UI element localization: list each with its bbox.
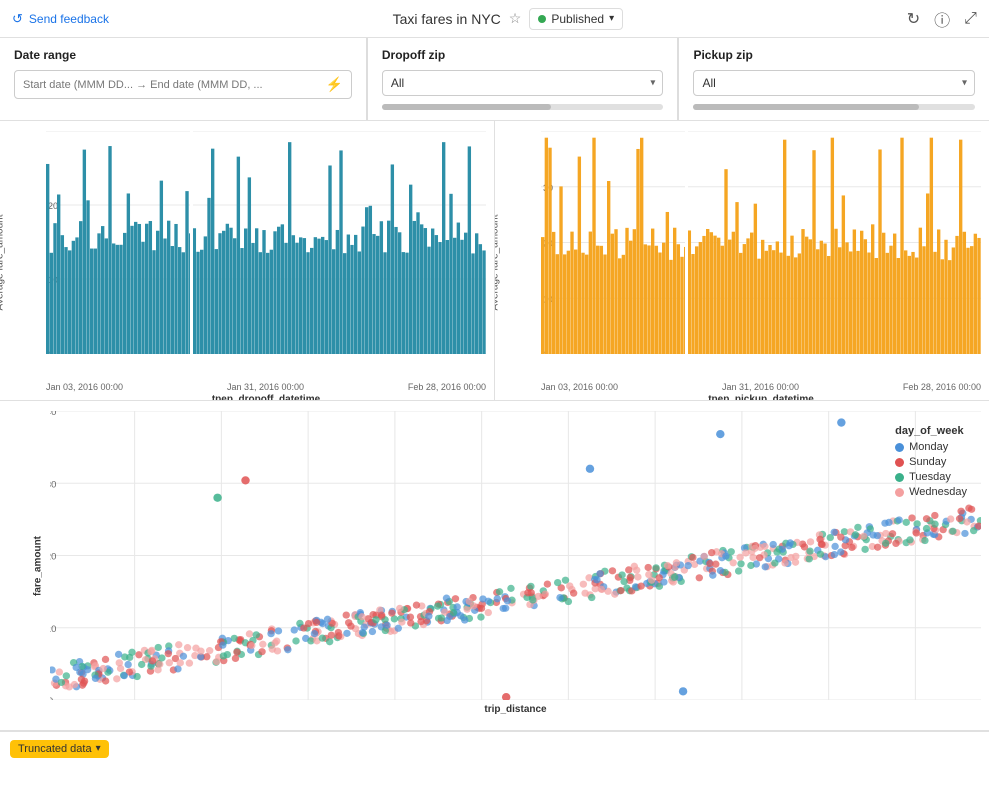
dropoff-chart-svg: 0 10 20	[46, 131, 486, 354]
refresh-icon[interactable]: ↻	[907, 9, 920, 29]
dropoff-x-tick-0: Jan 03, 2016 00:00	[46, 382, 123, 392]
dropoff-chart-y-label: Average fare_amount	[0, 214, 6, 310]
pickup-x-tick-1: Jan 31, 2016 00:00	[722, 382, 799, 392]
pickup-zip-label: Pickup zip	[693, 48, 975, 62]
dropoff-zip-filter: Dropoff zip All ▾	[367, 38, 679, 120]
bottom-bar: Truncated data ▾	[0, 731, 989, 765]
pickup-zip-scrollbar[interactable]	[693, 104, 975, 110]
date-range-input[interactable]: Start date (MMM DD... → End date (MMM DD…	[14, 70, 352, 99]
truncated-chevron-icon: ▾	[96, 743, 101, 754]
legend-label-tuesday: Tuesday	[909, 471, 951, 483]
published-label: Published	[551, 12, 604, 26]
pickup-zip-filter: Pickup zip All ▾	[678, 38, 989, 120]
pickup-zip-scrollbar-thumb	[693, 104, 918, 110]
fullscreen-icon[interactable]: ⤢	[964, 10, 977, 28]
legend-title: day_of_week	[895, 425, 967, 437]
pickup-chart-svg: 0 10 20 30	[541, 131, 981, 354]
svg-text:10: 10	[50, 623, 56, 634]
charts-top-row: Average fare_amount 0 10 20 Jan	[0, 121, 989, 401]
filter-row: Date range Start date (MMM DD... → End d…	[0, 38, 989, 121]
date-placeholder: Start date (MMM DD... → End date (MMM DD…	[23, 79, 319, 91]
dropoff-x-tick-1: Jan 31, 2016 00:00	[227, 382, 304, 392]
svg-text:20: 20	[50, 551, 56, 562]
legend-item-wednesday: Wednesday	[895, 486, 967, 498]
send-feedback-button[interactable]: ↺ Send feedback	[12, 11, 109, 27]
pickup-zip-select-wrapper: All ▾	[693, 70, 975, 96]
truncated-label: Truncated data	[18, 743, 92, 755]
scatter-x-label: trip_distance	[50, 704, 981, 715]
star-icon[interactable]: ☆	[509, 10, 522, 27]
truncated-data-button[interactable]: Truncated data ▾	[10, 740, 109, 758]
dropoff-zip-select[interactable]: All	[382, 70, 664, 96]
dropoff-zip-scrollbar-thumb	[382, 104, 551, 110]
top-bar: ↺ Send feedback Taxi fares in NYC ☆ Publ…	[0, 0, 989, 38]
chevron-down-icon: ▾	[609, 13, 614, 24]
pickup-x-tick-2: Feb 28, 2016 00:00	[903, 382, 981, 392]
pickup-zip-select[interactable]: All	[693, 70, 975, 96]
feedback-label: Send feedback	[29, 12, 109, 26]
svg-text:0: 0	[50, 695, 53, 700]
info-icon[interactable]: ⓘ	[934, 7, 950, 31]
dropoff-zip-select-wrapper: All ▾	[382, 70, 664, 96]
dropoff-x-tick-2: Feb 28, 2016 00:00	[408, 382, 486, 392]
pickup-chart-panel: Average fare_amount 0 10 20 30 Jan 03, 2…	[495, 121, 989, 400]
dashboard-title: Taxi fares in NYC	[393, 11, 501, 27]
dropoff-zip-scrollbar[interactable]	[382, 104, 664, 110]
svg-text:40: 40	[50, 411, 56, 417]
dashboard-title-area: Taxi fares in NYC ☆ Published ▾	[393, 8, 623, 30]
published-dot	[538, 15, 546, 23]
pickup-chart-y-label: Average fare_amount	[495, 214, 501, 310]
monday-dot	[895, 443, 904, 452]
top-bar-actions: ↻ ⓘ ⤢	[907, 7, 977, 31]
scatter-y-label: fare_amount	[33, 535, 44, 595]
date-range-filter: Date range Start date (MMM DD... → End d…	[0, 38, 367, 120]
svg-text:30: 30	[50, 478, 56, 489]
sunday-dot	[895, 458, 904, 467]
scatter-chart-svg: 0 10 20 30 40 0 1 2 3 4 5 6 7 8 9 10	[50, 411, 981, 700]
svg-text:20: 20	[48, 201, 58, 211]
pickup-x-tick-0: Jan 03, 2016 00:00	[541, 382, 618, 392]
legend-label-wednesday: Wednesday	[909, 486, 967, 498]
dropoff-zip-label: Dropoff zip	[382, 48, 664, 62]
scatter-chart-panel: fare_amount 0 10 20 30 40	[0, 401, 989, 731]
legend-item-sunday: Sunday	[895, 456, 967, 468]
wednesday-dot	[895, 488, 904, 497]
scatter-legend: day_of_week Monday Sunday Tuesday Wednes…	[895, 425, 967, 501]
pickup-chart-x-label: tpep_pickup_datetime	[541, 394, 981, 400]
lightning-icon: ⚡	[325, 76, 342, 93]
legend-item-tuesday: Tuesday	[895, 471, 967, 483]
dropoff-chart-panel: Average fare_amount 0 10 20 Jan	[0, 121, 495, 400]
legend-label-monday: Monday	[909, 441, 948, 453]
legend-label-sunday: Sunday	[909, 456, 946, 468]
dropoff-chart-x-label: tpep_dropoff_datetime	[46, 394, 486, 400]
legend-item-monday: Monday	[895, 441, 967, 453]
feedback-icon: ↺	[12, 11, 23, 27]
date-range-label: Date range	[14, 48, 352, 62]
published-badge[interactable]: Published ▾	[529, 8, 623, 30]
tuesday-dot	[895, 473, 904, 482]
